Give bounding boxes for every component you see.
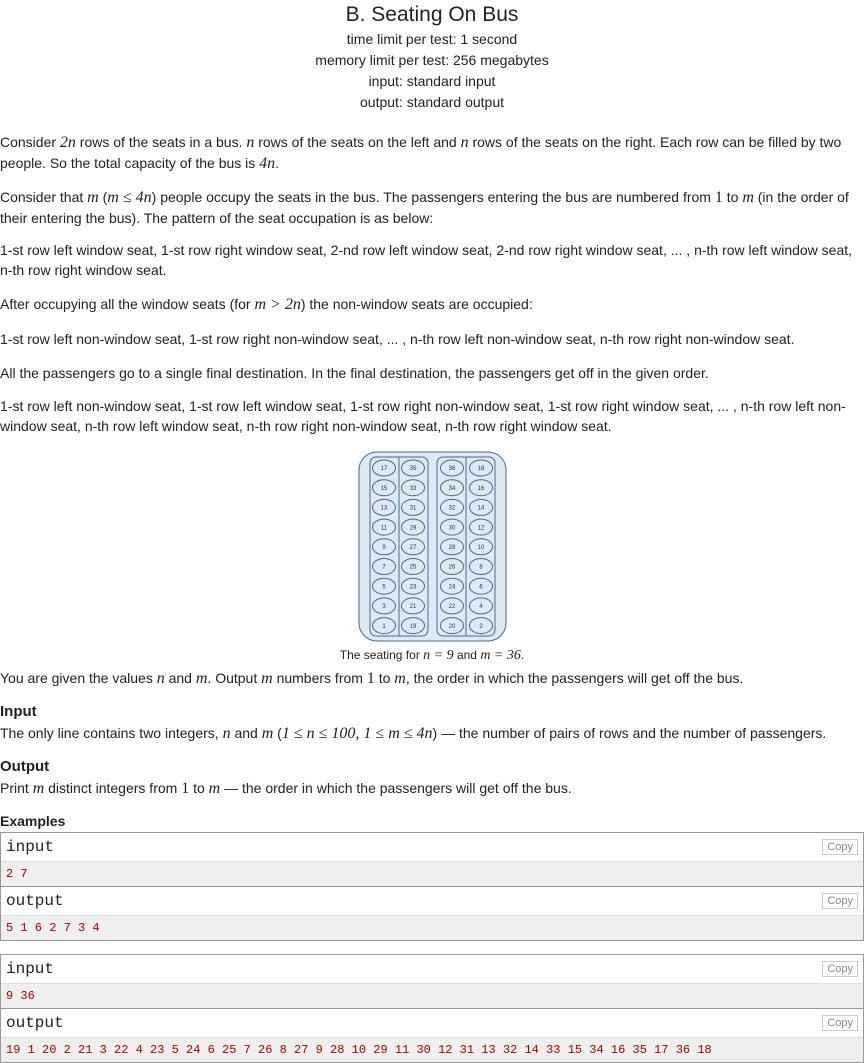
seat-number: 25: [410, 565, 417, 571]
example-2: input Copy 9 36 output Copy 19 1 20 2 21…: [0, 954, 864, 1063]
output-label: output: [6, 1014, 64, 1032]
copy-button[interactable]: Copy: [822, 1015, 858, 1031]
statement-paragraph-6: All the passengers go to a single final …: [0, 365, 709, 381]
seat-number: 36: [449, 466, 456, 472]
copy-button[interactable]: Copy: [822, 961, 858, 977]
example-1-output-header: output Copy: [1, 886, 863, 916]
seat-number: 32: [449, 506, 456, 512]
output-heading: Output: [0, 758, 50, 775]
bus-seating-diagram: 1715131197531353331292725232119363432302…: [358, 451, 507, 642]
seat-number: 12: [478, 525, 485, 531]
seat-number: 31: [410, 506, 417, 512]
seat-number: 35: [410, 466, 417, 472]
input-label: input: [6, 838, 55, 856]
seat-number: 26: [449, 565, 456, 571]
seat-number: 15: [381, 486, 388, 492]
seat-number: 30: [449, 525, 456, 531]
example-1-output: 5 1 6 2 7 3 4: [1, 916, 863, 940]
example-2-input-header: input Copy: [1, 955, 863, 984]
example-2-input: 9 36: [1, 984, 863, 1008]
examples-heading: Examples: [0, 813, 66, 829]
example-2-output: 19 1 20 2 21 3 22 4 23 5 24 6 25 7 26 8 …: [1, 1038, 863, 1062]
example-1: input Copy 2 7 output Copy 5 1 6 2 7 3 4: [0, 832, 864, 941]
example-1-input-header: input Copy: [1, 833, 863, 862]
seat-number: 17: [381, 466, 388, 472]
copy-button[interactable]: Copy: [822, 893, 858, 909]
seat-number: 11: [381, 525, 388, 531]
seat-number: 24: [449, 584, 456, 590]
statement-paragraph-2: Consider that m (m ≤ 4n) people occupy t…: [0, 189, 849, 226]
time-limit: time limit per test: 1 second: [346, 31, 518, 47]
statement-paragraph-8: You are given the values n and m. Output…: [0, 670, 744, 687]
seat-number: 10: [478, 545, 485, 551]
seat-number: 14: [478, 506, 485, 512]
output-label: output: [6, 892, 64, 910]
input-description: The only line contains two integers, n a…: [0, 725, 827, 742]
seat-number: 19: [410, 624, 417, 630]
seat-number: 22: [449, 604, 456, 610]
statement-paragraph-1: Consider 2n rows of the seats in a bus. …: [0, 134, 842, 172]
figure-caption: The seating for n = 9 and m = 36.: [339, 648, 525, 663]
memory-limit: memory limit per test: 256 megabytes: [315, 52, 549, 68]
seat-number: 16: [478, 486, 485, 492]
output-description: Print m distinct integers from 1 to m — …: [0, 780, 572, 797]
statement-paragraph-4: After occupying all the window seats (fo…: [0, 296, 533, 313]
statement-paragraph-3: 1-st row left window seat, 1-st row righ…: [0, 242, 853, 278]
seat-number: 13: [381, 506, 388, 512]
output-spec: output: standard output: [360, 94, 504, 110]
seat-number: 29: [410, 525, 417, 531]
seat-number: 27: [410, 545, 417, 551]
problem-header: B. Seating On Bus time limit per test: 1…: [0, 1, 864, 113]
copy-button[interactable]: Copy: [822, 839, 858, 855]
example-1-input: 2 7: [1, 862, 863, 886]
seat-number: 20: [449, 624, 456, 630]
seat-number: 18: [478, 466, 485, 472]
statement-paragraph-7: 1-st row left non-window seat, 1-st row …: [0, 398, 846, 434]
seat-number: 23: [410, 584, 417, 590]
seat-number: 21: [410, 604, 417, 610]
seat-number: 34: [449, 486, 456, 492]
problem-title: B. Seating On Bus: [345, 3, 519, 26]
example-2-output-header: output Copy: [1, 1008, 863, 1038]
input-heading: Input: [0, 703, 37, 720]
seat-number: 33: [410, 486, 417, 492]
input-label: input: [6, 960, 55, 978]
seat-number: 28: [449, 545, 456, 551]
statement-paragraph-5: 1-st row left non-window seat, 1-st row …: [0, 331, 795, 347]
input-spec: input: standard input: [368, 73, 496, 89]
